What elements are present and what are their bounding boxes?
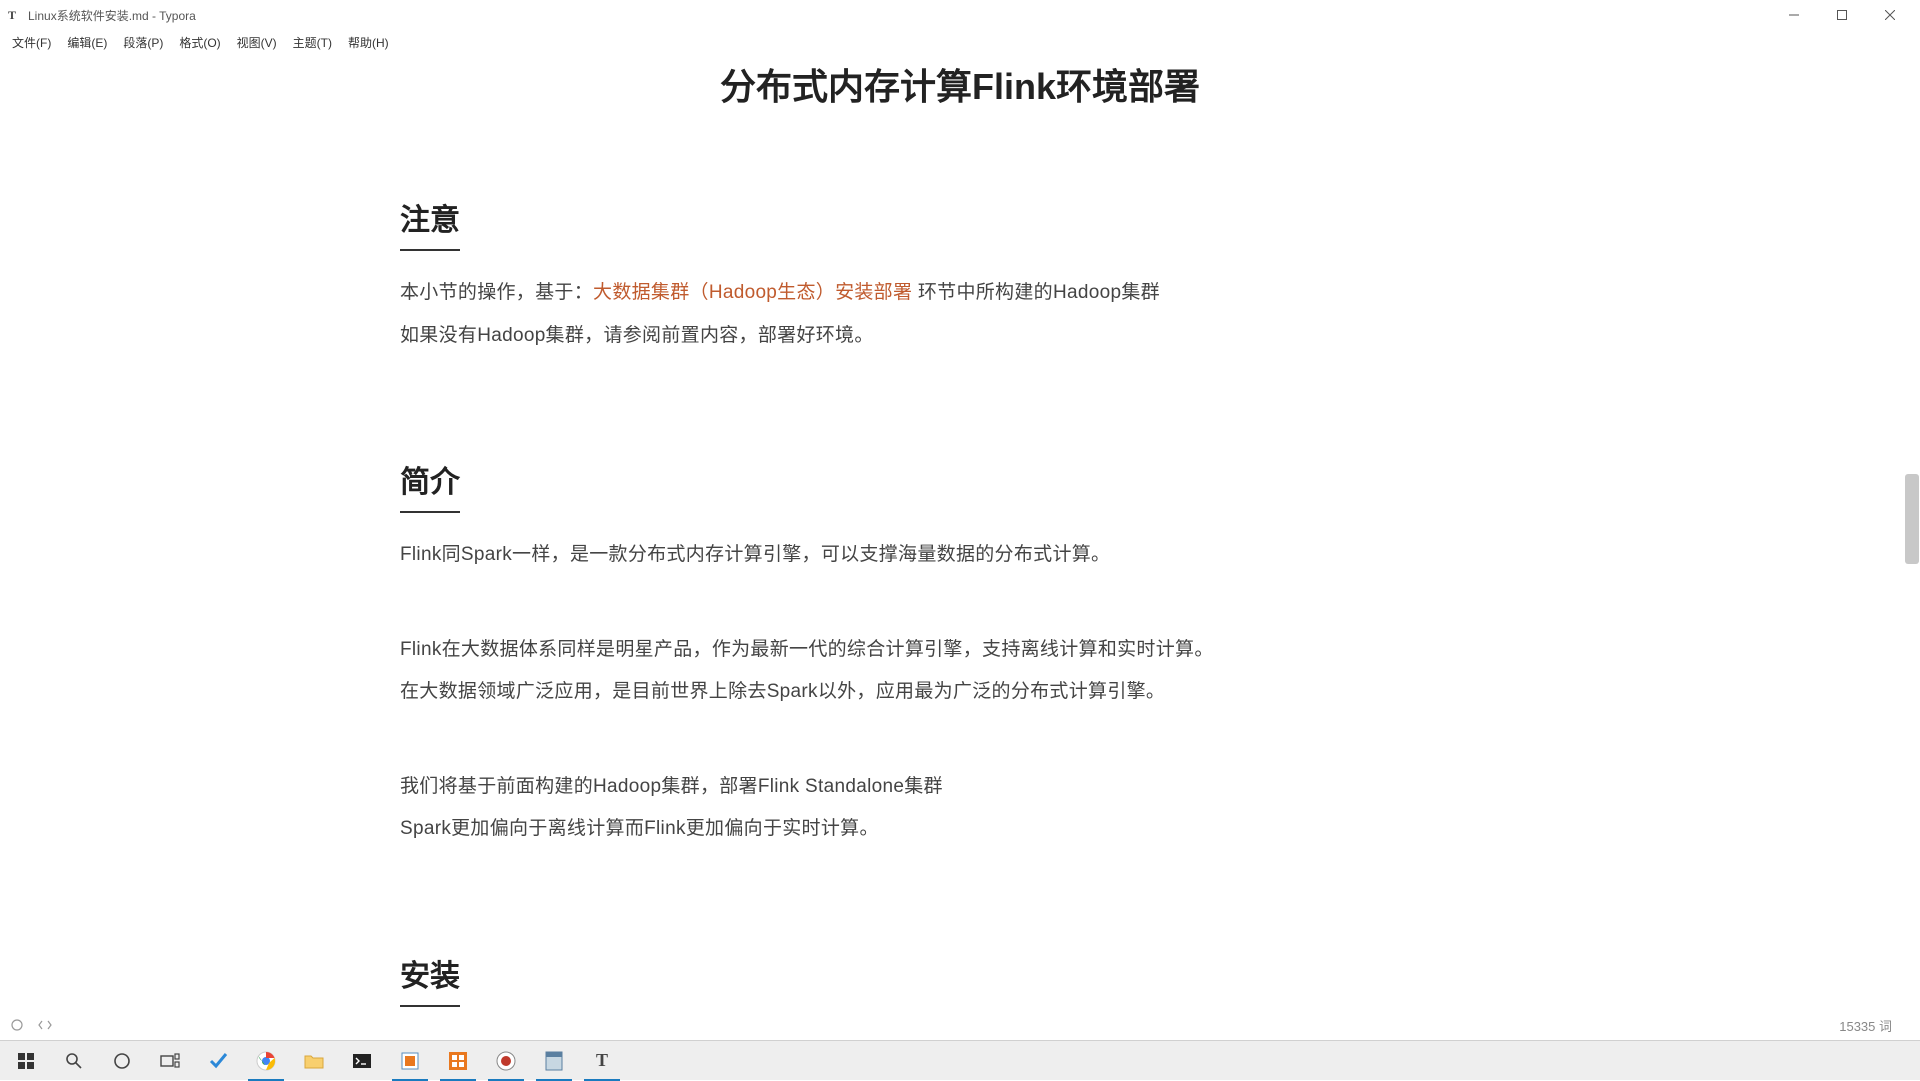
- folder-icon: [303, 1050, 325, 1072]
- taskbar-explorer[interactable]: [290, 1041, 338, 1081]
- notice-p1-post: 环节中所构建的Hadoop集群: [912, 282, 1160, 303]
- heading-rule: [400, 249, 460, 251]
- windows-icon: [15, 1050, 37, 1072]
- menu-help[interactable]: 帮助(H): [340, 32, 397, 53]
- intro-p4: 我们将基于前面构建的Hadoop集群，部署Flink Standalone集群: [400, 773, 1520, 802]
- close-button[interactable]: [1868, 1, 1912, 29]
- grid-icon: [447, 1050, 469, 1072]
- heading-intro: 简介: [400, 460, 460, 505]
- taskbar-terminal[interactable]: [338, 1041, 386, 1081]
- heading-notice: 注意: [400, 198, 460, 243]
- taskbar-taskview[interactable]: [146, 1041, 194, 1081]
- intro-p2: Flink在大数据体系同样是明星产品，作为最新一代的综合计算引擎，支持离线计算和…: [400, 636, 1520, 665]
- typora-icon: T: [591, 1050, 613, 1072]
- taskbar-vmware[interactable]: [386, 1041, 434, 1081]
- taskbar-app-orange[interactable]: [434, 1041, 482, 1081]
- chrome-icon: [255, 1050, 277, 1072]
- taskbar-search[interactable]: [50, 1041, 98, 1081]
- taskview-icon: [159, 1050, 181, 1072]
- circle-icon: [111, 1050, 133, 1072]
- heading-install: 安装: [400, 954, 460, 999]
- document[interactable]: 分布式内存计算Flink环境部署 注意 本小节的操作，基于：大数据集群（Hado…: [380, 60, 1540, 1010]
- statusbar: 15335 词: [0, 1010, 1920, 1040]
- window-controls: [1772, 1, 1912, 29]
- taskbar-notes[interactable]: [530, 1041, 578, 1081]
- minimize-button[interactable]: [1772, 1, 1816, 29]
- search-icon: [63, 1050, 85, 1072]
- notice-p1-pre: 本小节的操作，基于：: [400, 282, 593, 303]
- heading-rule: [400, 1005, 460, 1007]
- heading-rule: [400, 511, 460, 513]
- note-icon: [543, 1050, 565, 1072]
- maximize-button[interactable]: [1820, 1, 1864, 29]
- word-count[interactable]: 15335 词: [1839, 1016, 1910, 1035]
- intro-p3: 在大数据领域广泛应用，是目前世界上除去Spark以外，应用最为广泛的分布式计算引…: [400, 678, 1520, 707]
- taskbar: T: [0, 1040, 1920, 1080]
- window-title: Linux系统软件安装.md - Typora: [28, 7, 196, 24]
- notice-link[interactable]: 大数据集群（Hadoop生态）安装部署: [593, 282, 912, 303]
- taskbar-typora[interactable]: T: [578, 1041, 626, 1081]
- editor-area[interactable]: 分布式内存计算Flink环境部署 注意 本小节的操作，基于：大数据集群（Hado…: [0, 54, 1920, 1010]
- titlebar: T Linux系统软件安装.md - Typora: [0, 0, 1920, 30]
- taskbar-chrome[interactable]: [242, 1041, 290, 1081]
- sidebar-toggle-icon[interactable]: [10, 1018, 24, 1032]
- source-mode-icon[interactable]: [38, 1018, 52, 1032]
- taskbar-record[interactable]: [482, 1041, 530, 1081]
- vertical-scrollbar[interactable]: [1904, 54, 1920, 1010]
- taskbar-todo[interactable]: [194, 1041, 242, 1081]
- doc-title: 分布式内存计算Flink环境部署: [400, 60, 1520, 114]
- app-icon: T: [8, 8, 22, 22]
- scrollbar-thumb[interactable]: [1905, 474, 1919, 564]
- check-icon: [207, 1050, 229, 1072]
- taskbar-start[interactable]: [2, 1041, 50, 1081]
- terminal-icon: [351, 1050, 373, 1072]
- menu-paragraph[interactable]: 段落(P): [115, 32, 171, 53]
- notice-p2: 如果没有Hadoop集群，请参阅前置内容，部署好环境。: [400, 322, 1520, 351]
- menubar: 文件(F) 编辑(E) 段落(P) 格式(O) 视图(V) 主题(T) 帮助(H…: [0, 30, 1920, 54]
- menu-view[interactable]: 视图(V): [229, 32, 285, 53]
- record-icon: [495, 1050, 517, 1072]
- menu-format[interactable]: 格式(O): [171, 32, 228, 53]
- menu-theme[interactable]: 主题(T): [285, 32, 340, 53]
- intro-p5: Spark更加偏向于离线计算而Flink更加偏向于实时计算。: [400, 815, 1520, 844]
- notice-p1: 本小节的操作，基于：大数据集群（Hadoop生态）安装部署 环节中所构建的Had…: [400, 279, 1520, 308]
- vm-icon: [399, 1050, 421, 1072]
- menu-file[interactable]: 文件(F): [4, 32, 59, 53]
- intro-p1: Flink同Spark一样，是一款分布式内存计算引擎，可以支撑海量数据的分布式计…: [400, 541, 1520, 570]
- taskbar-cortana[interactable]: [98, 1041, 146, 1081]
- menu-edit[interactable]: 编辑(E): [59, 32, 115, 53]
